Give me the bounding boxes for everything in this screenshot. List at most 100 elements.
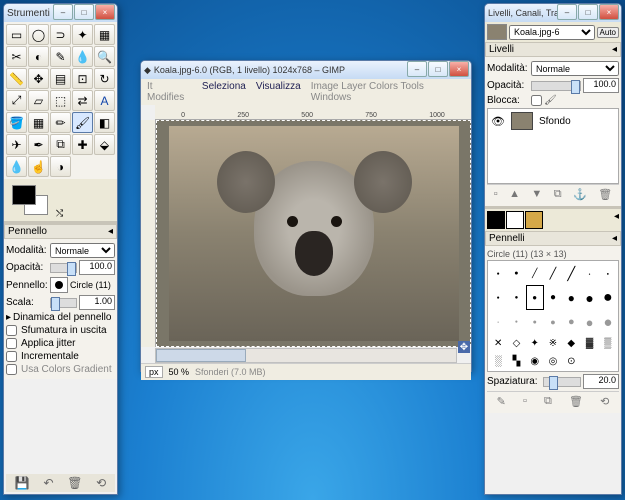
tool-blend[interactable]: ▦ bbox=[28, 112, 49, 133]
tool-align[interactable]: ▤ bbox=[50, 68, 71, 89]
save-options-icon[interactable]: 💾 bbox=[15, 476, 30, 490]
tool-perspective[interactable]: ⬚ bbox=[50, 90, 71, 111]
tool-color-picker[interactable]: 💧 bbox=[72, 46, 93, 67]
lower-layer-icon[interactable]: ▼ bbox=[531, 188, 542, 201]
tool-eraser[interactable]: ◧ bbox=[94, 112, 115, 133]
auto-button[interactable]: Auto bbox=[597, 27, 619, 38]
unit-select[interactable]: px bbox=[145, 366, 163, 378]
maximize-button[interactable]: □ bbox=[578, 4, 598, 20]
layers-tab[interactable]: Livelli bbox=[489, 44, 514, 55]
brush-item[interactable]: ░ bbox=[489, 352, 507, 370]
tool-dodge[interactable]: ◑ bbox=[50, 156, 71, 177]
tool-free-select[interactable]: ⊃ bbox=[50, 24, 71, 45]
menu-modifies[interactable]: It Modifies bbox=[147, 81, 192, 103]
brush-item[interactable]: ◆ bbox=[562, 334, 580, 352]
close-button[interactable]: × bbox=[599, 4, 619, 20]
toolbox-titlebar[interactable]: Strumenti – □ × bbox=[4, 4, 117, 22]
spacing-slider[interactable] bbox=[543, 377, 581, 387]
use-color-checkbox[interactable] bbox=[6, 364, 17, 375]
scrollbar-horizontal[interactable] bbox=[155, 348, 457, 363]
tool-scissors[interactable]: ✂ bbox=[6, 46, 27, 67]
brush-preview[interactable] bbox=[50, 277, 68, 293]
delete-options-icon[interactable]: 🗑 bbox=[67, 476, 82, 490]
brush-item[interactable]: ◇ bbox=[507, 334, 525, 352]
tool-blur[interactable]: 💧 bbox=[6, 156, 27, 177]
opacity-slider[interactable] bbox=[50, 263, 77, 273]
opacity-value[interactable]: 100.0 bbox=[79, 260, 115, 275]
delete-layer-icon[interactable]: 🗑 bbox=[598, 188, 612, 201]
close-button[interactable]: × bbox=[95, 4, 115, 20]
brush-item[interactable]: ✕ bbox=[489, 334, 507, 352]
brush-item[interactable]: ⊙ bbox=[562, 352, 580, 370]
image-canvas[interactable] bbox=[156, 120, 471, 347]
menu-visualizza[interactable]: Visualizza bbox=[256, 81, 301, 103]
brushes-tab-header[interactable]: Pennelli ◂ bbox=[485, 231, 621, 246]
tool-paintbrush[interactable]: 🖌 bbox=[72, 112, 93, 133]
tool-crop[interactable]: ⊡ bbox=[72, 68, 93, 89]
brush-item[interactable]: ● bbox=[599, 262, 617, 285]
brush-item[interactable]: ● bbox=[580, 262, 598, 285]
brush-item[interactable]: ● bbox=[489, 285, 507, 310]
brush-item[interactable]: ● bbox=[489, 262, 507, 285]
tool-by-color[interactable]: ▦ bbox=[94, 24, 115, 45]
brush-item[interactable]: ● bbox=[562, 285, 580, 310]
layer-opacity-value[interactable]: 100.0 bbox=[583, 78, 619, 93]
reset-options-icon[interactable]: ⟲ bbox=[96, 476, 106, 490]
minimize-button[interactable]: – bbox=[557, 4, 577, 20]
brush-item[interactable]: ▒ bbox=[599, 334, 617, 352]
tool-paths[interactable]: ✎ bbox=[50, 46, 71, 67]
tool-smudge[interactable]: ☝ bbox=[28, 156, 49, 177]
brush-item[interactable]: ● bbox=[507, 310, 525, 334]
color-swatch[interactable] bbox=[12, 185, 52, 215]
maximize-button[interactable]: □ bbox=[428, 61, 448, 77]
tool-shear[interactable]: ▱ bbox=[28, 90, 49, 111]
restore-options-icon[interactable]: ↶ bbox=[43, 476, 53, 490]
tool-heal[interactable]: ✚ bbox=[72, 134, 93, 155]
layer-thumbnail[interactable] bbox=[511, 112, 533, 130]
brush-item[interactable]: ※ bbox=[544, 334, 562, 352]
zoom-value[interactable]: 50 % bbox=[169, 367, 190, 377]
brush-item[interactable]: ● bbox=[580, 310, 598, 334]
tab-menu-icon[interactable]: ◂ bbox=[612, 44, 617, 55]
minimize-button[interactable]: – bbox=[407, 61, 427, 77]
layer-name[interactable]: Sfondo bbox=[539, 116, 571, 127]
scale-value[interactable]: 1.00 bbox=[79, 295, 115, 310]
mode-select[interactable]: Normale bbox=[50, 243, 115, 258]
brush-item[interactable]: ▚ bbox=[507, 352, 525, 370]
brush-item[interactable]: ╱ bbox=[526, 262, 544, 285]
brush-item[interactable]: ● bbox=[526, 310, 544, 334]
brushes-tab[interactable]: Pennelli bbox=[489, 233, 525, 244]
menu-seleziona[interactable]: Seleziona bbox=[202, 81, 246, 103]
spacing-value[interactable]: 20.0 bbox=[583, 374, 619, 389]
brush-item[interactable]: ╱ bbox=[544, 262, 562, 285]
brush-item[interactable]: ◉ bbox=[526, 352, 544, 370]
image-select[interactable]: Koala.jpg-6 bbox=[509, 25, 595, 40]
tool-fuzzy-select[interactable]: ✦ bbox=[72, 24, 93, 45]
brush-item[interactable]: ● bbox=[507, 262, 525, 285]
brush-item[interactable]: ● bbox=[507, 285, 525, 310]
fade-checkbox[interactable] bbox=[6, 325, 17, 336]
panel-menu-icon[interactable]: ◂ bbox=[108, 226, 113, 237]
brush-item[interactable]: ● bbox=[599, 285, 617, 310]
image-thumbnail[interactable] bbox=[487, 24, 507, 40]
lock-pixels-checkbox[interactable] bbox=[531, 95, 542, 106]
brush-item[interactable]: ▓ bbox=[580, 334, 598, 352]
menu-rest[interactable]: Image Layer Colors Tools Windows bbox=[311, 81, 465, 103]
ruler-horizontal[interactable]: 0 250 500 750 1000 bbox=[155, 105, 471, 120]
tool-move[interactable]: ✥ bbox=[28, 68, 49, 89]
layer-opacity-slider[interactable] bbox=[531, 81, 581, 91]
brush-options-header[interactable]: Pennello ◂ bbox=[4, 224, 117, 239]
close-button[interactable]: × bbox=[449, 61, 469, 77]
swap-colors-icon[interactable]: ⤭ bbox=[56, 208, 63, 219]
swatch-menu-icon[interactable]: ◂ bbox=[614, 211, 619, 229]
edit-brush-icon[interactable]: ✎ bbox=[497, 395, 506, 408]
tool-perspective-clone[interactable]: ⬙ bbox=[94, 134, 115, 155]
swatch-gold[interactable] bbox=[525, 211, 543, 229]
brush-item[interactable]: ● bbox=[562, 310, 580, 334]
tool-zoom[interactable]: 🔍 bbox=[94, 46, 115, 67]
tool-scale[interactable]: ⤢ bbox=[6, 90, 27, 111]
expand-dynamics-icon[interactable]: ▸ bbox=[6, 312, 11, 323]
anchor-layer-icon[interactable]: ⚓ bbox=[573, 188, 587, 201]
brush-item[interactable]: ● bbox=[580, 285, 598, 310]
layers-titlebar[interactable]: Livelli, Canali, Tracciati, Annulla - P…… bbox=[485, 4, 621, 22]
